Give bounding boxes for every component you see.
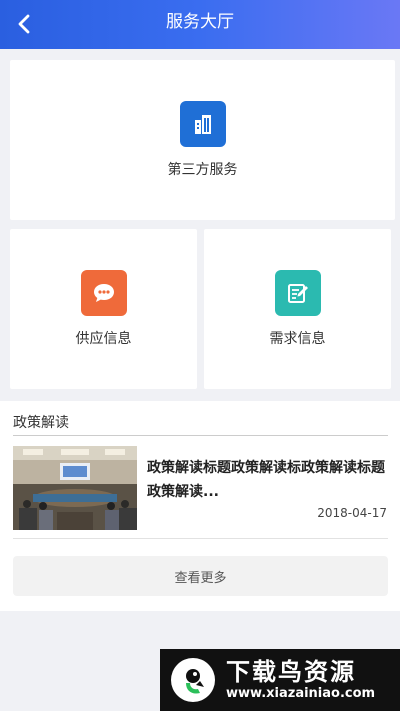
- divider: [13, 435, 388, 436]
- page-title: 服务大厅: [166, 12, 234, 32]
- third-party-service-label: 第三方服务: [167, 162, 238, 178]
- app-header: 服务大厅: [0, 0, 400, 49]
- demand-info-label: 需求信息: [269, 331, 326, 347]
- section-title: 政策解读: [13, 415, 69, 431]
- building-icon: [179, 101, 226, 147]
- news-date: 2018-04-17: [317, 506, 387, 520]
- divider: [13, 538, 388, 539]
- demand-info-card[interactable]: 需求信息: [204, 229, 391, 389]
- chat-bubble-icon: [80, 270, 127, 316]
- news-thumbnail: [13, 446, 137, 530]
- watermark-logo: 下载鸟资源 www.xiazainiao.com: [160, 649, 400, 711]
- news-title: 政策解读标题政策解读标政策解读标题政策解读...: [147, 460, 385, 500]
- news-item[interactable]: 政策解读标题政策解读标政策解读标题政策解读... 2018-04-17: [13, 446, 388, 532]
- watermark-url: www.xiazainiao.com: [226, 686, 376, 701]
- supply-info-label: 供应信息: [75, 331, 132, 347]
- document-edit-icon: [274, 270, 321, 316]
- view-more-button[interactable]: 查看更多: [13, 556, 388, 596]
- third-party-service-card[interactable]: 第三方服务: [10, 60, 395, 220]
- policy-section: 政策解读 政策解读标题政策解读标政策解读标题政策解读... 2018-04-17…: [0, 401, 400, 611]
- supply-info-card[interactable]: 供应信息: [10, 229, 197, 389]
- watermark-name: 下载鸟资源: [226, 658, 356, 686]
- bird-logo-icon: [171, 658, 215, 702]
